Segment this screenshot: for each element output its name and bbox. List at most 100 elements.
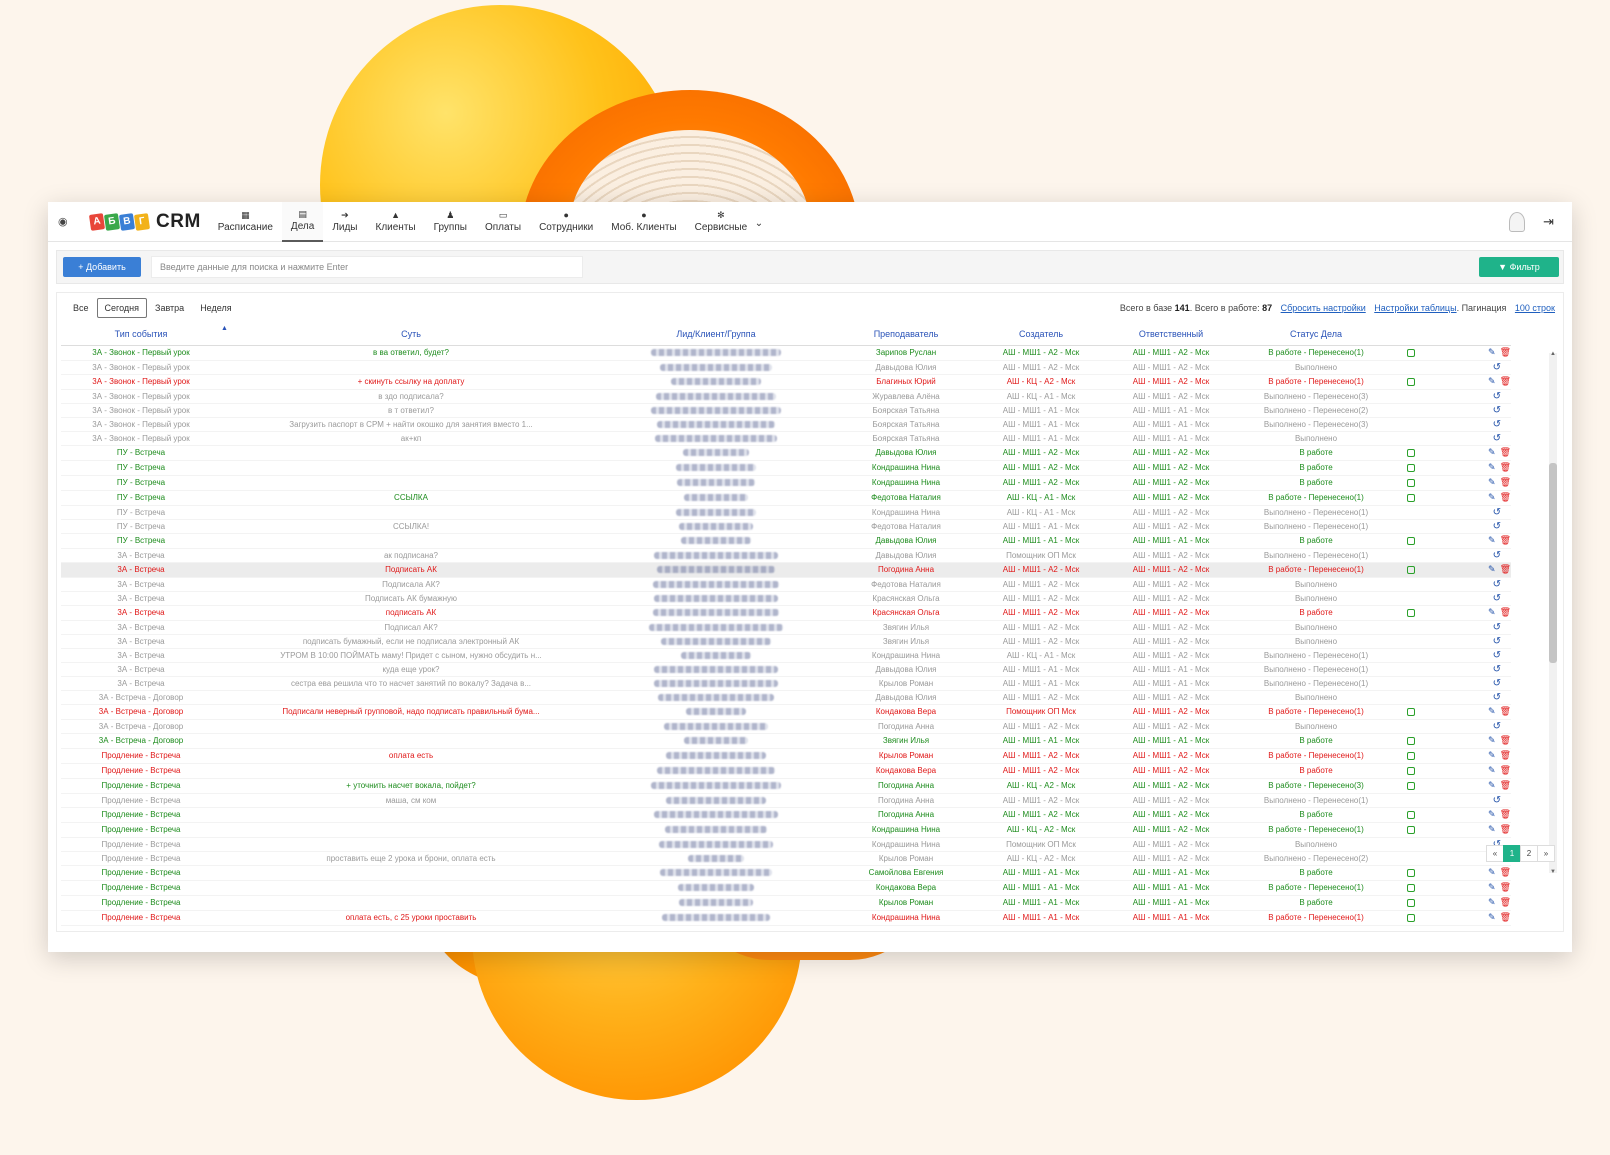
- pencil-icon[interactable]: ✎: [1488, 824, 1496, 834]
- nav-item-3[interactable]: ▲ Клиенты: [367, 202, 425, 242]
- scroll-down-icon[interactable]: ▼: [1549, 869, 1557, 875]
- pencil-icon[interactable]: ✎: [1488, 867, 1496, 877]
- complete-checkbox[interactable]: [1407, 536, 1415, 545]
- table-row[interactable]: Продление - Встреча оплата есть Крылов Ром…: [61, 748, 1511, 764]
- trash-icon[interactable]: 🗑: [1500, 898, 1511, 908]
- search-input[interactable]: Введите данные для поиска и нажмите Ente…: [151, 256, 583, 278]
- blurred-lead-name[interactable]: [684, 494, 748, 502]
- pencil-icon[interactable]: ✎: [1488, 809, 1496, 819]
- table-row[interactable]: 3А - Встреча сестра ева решила что то нас…: [61, 676, 1511, 691]
- table-row[interactable]: Продление - Встреча Кондрашина Нина Помощн…: [61, 837, 1511, 852]
- trash-icon[interactable]: 🗑: [1500, 751, 1511, 761]
- table-row[interactable]: 3А - Звонок - Первый урок + скинуть ссылк…: [61, 374, 1511, 390]
- scroll-up-icon[interactable]: ▲: [1549, 351, 1557, 357]
- tab-tomorrow[interactable]: Завтра: [147, 298, 192, 318]
- blurred-lead-name[interactable]: [658, 693, 774, 701]
- blurred-lead-name[interactable]: [654, 551, 778, 559]
- undo-icon[interactable]: ↺: [1493, 362, 1501, 373]
- table-row[interactable]: Продление - Встреча Кондакова Вера АШ - МШ…: [61, 763, 1511, 779]
- blurred-lead-name[interactable]: [660, 869, 772, 877]
- pencil-icon[interactable]: ✎: [1488, 897, 1496, 907]
- table-row[interactable]: 3А - Звонок - Первый урок Загрузить паспо…: [61, 417, 1511, 432]
- nav-item-8[interactable]: ✻ Сервисные ⌄: [686, 202, 764, 242]
- pencil-icon[interactable]: ✎: [1488, 912, 1496, 922]
- col-responsible[interactable]: Ответственный: [1101, 323, 1241, 346]
- blurred-lead-name[interactable]: [664, 722, 768, 730]
- table-row[interactable]: 3А - Встреча Подписать АК Погодина Анна АШ …: [61, 562, 1511, 578]
- complete-checkbox[interactable]: [1407, 448, 1415, 457]
- pencil-icon[interactable]: ✎: [1488, 765, 1496, 775]
- tab-all[interactable]: Все: [65, 298, 97, 318]
- blurred-lead-name[interactable]: [657, 566, 775, 574]
- blurred-lead-name[interactable]: [677, 479, 755, 487]
- page-prev[interactable]: «: [1486, 845, 1504, 862]
- blurred-lead-name[interactable]: [686, 708, 746, 716]
- undo-icon[interactable]: ↺: [1493, 550, 1501, 561]
- complete-checkbox[interactable]: [1407, 348, 1415, 357]
- table-row[interactable]: Продление - Встреча маша, см ком Погодина …: [61, 793, 1511, 808]
- page-2[interactable]: 2: [1520, 845, 1538, 862]
- complete-checkbox[interactable]: [1407, 751, 1415, 760]
- undo-icon[interactable]: ↺: [1493, 664, 1501, 675]
- complete-checkbox[interactable]: [1407, 913, 1415, 922]
- trash-icon[interactable]: 🗑: [1500, 608, 1511, 618]
- undo-icon[interactable]: ↺: [1493, 391, 1501, 402]
- table-row[interactable]: Продление - Встреча Кондрашина Нина АШ - К…: [61, 822, 1511, 838]
- blurred-lead-name[interactable]: [659, 840, 773, 848]
- table-row[interactable]: Продление - Встреча Кондакова Вера АШ - МШ…: [61, 880, 1511, 896]
- complete-checkbox[interactable]: [1407, 766, 1415, 775]
- undo-icon[interactable]: ↺: [1493, 721, 1501, 732]
- blurred-lead-name[interactable]: [671, 378, 761, 386]
- nav-item-1[interactable]: ▤ Дела: [281, 202, 324, 242]
- undo-icon[interactable]: ↺: [1493, 636, 1501, 647]
- table-row[interactable]: 3А - Встреча - Договор Звягин Илья АШ - МШ…: [61, 733, 1511, 749]
- logo[interactable]: А Б В Г CRM: [88, 211, 201, 233]
- table-row[interactable]: 3А - Встреча Подписала АК? Федотова Натали…: [61, 577, 1511, 592]
- complete-checkbox[interactable]: [1407, 478, 1415, 487]
- blurred-lead-name[interactable]: [679, 899, 753, 907]
- undo-icon[interactable]: ↺: [1493, 795, 1501, 806]
- pencil-icon[interactable]: ✎: [1488, 564, 1496, 574]
- blurred-lead-name[interactable]: [683, 449, 749, 457]
- trash-icon[interactable]: 🗑: [1500, 913, 1511, 923]
- complete-checkbox[interactable]: [1407, 810, 1415, 819]
- blurred-lead-name[interactable]: [684, 737, 748, 745]
- table-row[interactable]: Продление - Встреча проставить еще 2 урок…: [61, 851, 1511, 866]
- trash-icon[interactable]: 🗑: [1500, 536, 1511, 546]
- blurred-lead-name[interactable]: [651, 349, 781, 357]
- blurred-lead-name[interactable]: [653, 580, 779, 588]
- pencil-icon[interactable]: ✎: [1488, 607, 1496, 617]
- undo-icon[interactable]: ↺: [1493, 678, 1501, 689]
- undo-icon[interactable]: ↺: [1493, 622, 1501, 633]
- scrollbar[interactable]: ▲ ▼: [1549, 351, 1557, 875]
- undo-icon[interactable]: ↺: [1493, 521, 1501, 532]
- col-status[interactable]: Статус Дела: [1241, 323, 1391, 346]
- complete-checkbox[interactable]: [1407, 781, 1415, 790]
- sort-asc-icon[interactable]: ▲: [221, 325, 228, 332]
- trash-icon[interactable]: 🗑: [1500, 377, 1511, 387]
- table-settings-link[interactable]: Настройки таблицы: [1374, 303, 1456, 313]
- undo-icon[interactable]: ↺: [1493, 579, 1501, 590]
- blurred-lead-name[interactable]: [665, 826, 767, 834]
- table-row[interactable]: 3А - Встреча куда еще урок? Давыдова Юлия А…: [61, 662, 1511, 677]
- add-button[interactable]: + Добавить: [63, 257, 141, 277]
- blurred-lead-name[interactable]: [654, 665, 778, 673]
- blurred-lead-name[interactable]: [654, 679, 778, 687]
- pencil-icon[interactable]: ✎: [1488, 750, 1496, 760]
- trash-icon[interactable]: 🗑: [1500, 493, 1511, 503]
- blurred-lead-name[interactable]: [657, 767, 775, 775]
- undo-icon[interactable]: ↺: [1493, 419, 1501, 430]
- pencil-icon[interactable]: ✎: [1488, 735, 1496, 745]
- table-row[interactable]: 3А - Встреча - Договор Давыдова Юлия АШ - …: [61, 690, 1511, 705]
- pencil-icon[interactable]: ✎: [1488, 780, 1496, 790]
- trash-icon[interactable]: 🗑: [1500, 348, 1511, 358]
- tab-week[interactable]: Неделя: [192, 298, 239, 318]
- col-lead[interactable]: Лид/Клиент/Группа: [601, 323, 831, 346]
- table-row[interactable]: Продление - Встреча Крылов Роман АШ - МШ1 …: [61, 895, 1511, 911]
- trash-icon[interactable]: 🗑: [1500, 565, 1511, 575]
- logout-icon[interactable]: ⇥: [1543, 214, 1554, 230]
- tab-today[interactable]: Сегодня: [96, 298, 148, 318]
- table-row[interactable]: 3А - Звонок - Первый урок ак+кп Боярская Т…: [61, 431, 1511, 446]
- undo-icon[interactable]: ↺: [1493, 692, 1501, 703]
- blurred-lead-name[interactable]: [651, 782, 781, 790]
